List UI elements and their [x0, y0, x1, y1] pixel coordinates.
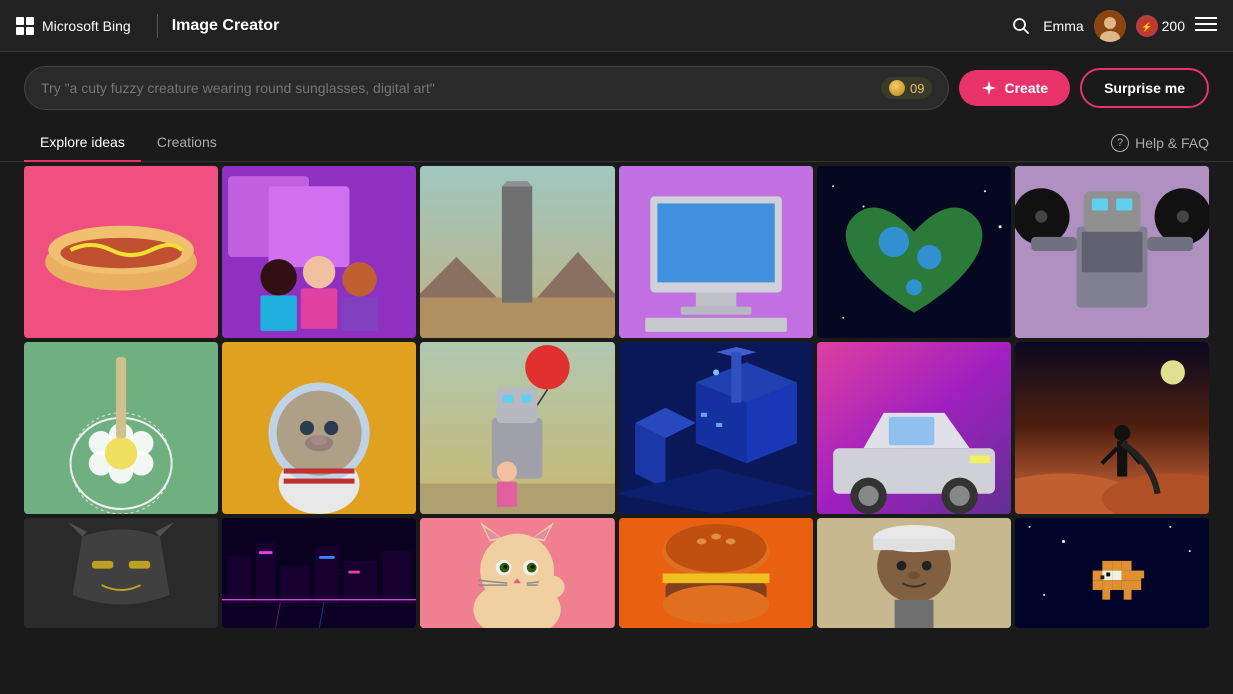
coins-display: ⚡ 200	[1136, 15, 1185, 37]
bing-logo[interactable]: Microsoft Bing	[16, 17, 131, 35]
image-cat[interactable]	[420, 518, 614, 628]
image-city[interactable]	[619, 342, 813, 514]
tab-creations[interactable]: Creations	[141, 124, 233, 162]
header-logo-text: Microsoft Bing	[42, 18, 131, 34]
image-hotdog[interactable]	[24, 166, 218, 338]
boost-counter: 09	[881, 77, 932, 99]
create-button[interactable]: Create	[959, 70, 1070, 106]
header-right: Emma ⚡ 200	[1043, 10, 1217, 42]
search-bar-container: 09 Create Surprise me	[0, 52, 1233, 124]
svg-text:⚡: ⚡	[1141, 21, 1152, 33]
create-icon	[981, 80, 997, 96]
tabs-bar: Explore ideas Creations ? Help & FAQ	[0, 124, 1233, 162]
image-worker[interactable]	[817, 518, 1011, 628]
header-divider	[157, 14, 158, 38]
username-label: Emma	[1043, 18, 1083, 34]
surprise-button[interactable]: Surprise me	[1080, 68, 1209, 108]
search-input[interactable]	[41, 80, 871, 96]
search-bar[interactable]: 09	[24, 66, 949, 110]
hamburger-menu[interactable]	[1195, 15, 1217, 37]
image-guitar[interactable]	[24, 342, 218, 514]
image-robot-balloon[interactable]	[420, 342, 614, 514]
create-label: Create	[1004, 80, 1048, 96]
surprise-label: Surprise me	[1104, 80, 1185, 96]
image-pixel-dog[interactable]	[1015, 518, 1209, 628]
avatar[interactable]	[1094, 10, 1126, 42]
image-desert[interactable]	[1015, 342, 1209, 514]
app-title: Image Creator	[172, 17, 1007, 35]
help-faq-link[interactable]: ? Help & FAQ	[1111, 134, 1209, 152]
boost-icon: ⚡	[1136, 15, 1158, 37]
image-monolith[interactable]	[420, 166, 614, 338]
image-car[interactable]	[817, 342, 1011, 514]
coin-icon	[889, 80, 905, 96]
bing-logo-icon	[16, 17, 34, 35]
image-computer[interactable]	[619, 166, 813, 338]
help-label: Help & FAQ	[1135, 135, 1209, 151]
image-mask[interactable]	[24, 518, 218, 628]
boost-count: 09	[910, 81, 924, 96]
image-earth[interactable]	[817, 166, 1011, 338]
header-search-icon[interactable]	[1007, 12, 1035, 40]
coins-count: 200	[1162, 18, 1185, 34]
image-robot-music[interactable]	[1015, 166, 1209, 338]
help-icon: ?	[1111, 134, 1129, 152]
image-burger[interactable]	[619, 518, 813, 628]
image-neon-city[interactable]	[222, 518, 416, 628]
header: Microsoft Bing Image Creator Emma ⚡ 2	[0, 0, 1233, 52]
tabs-left: Explore ideas Creations	[24, 124, 233, 161]
tab-explore[interactable]: Explore ideas	[24, 124, 141, 162]
image-doge[interactable]	[222, 342, 416, 514]
image-grid	[0, 162, 1233, 632]
image-girls[interactable]	[222, 166, 416, 338]
